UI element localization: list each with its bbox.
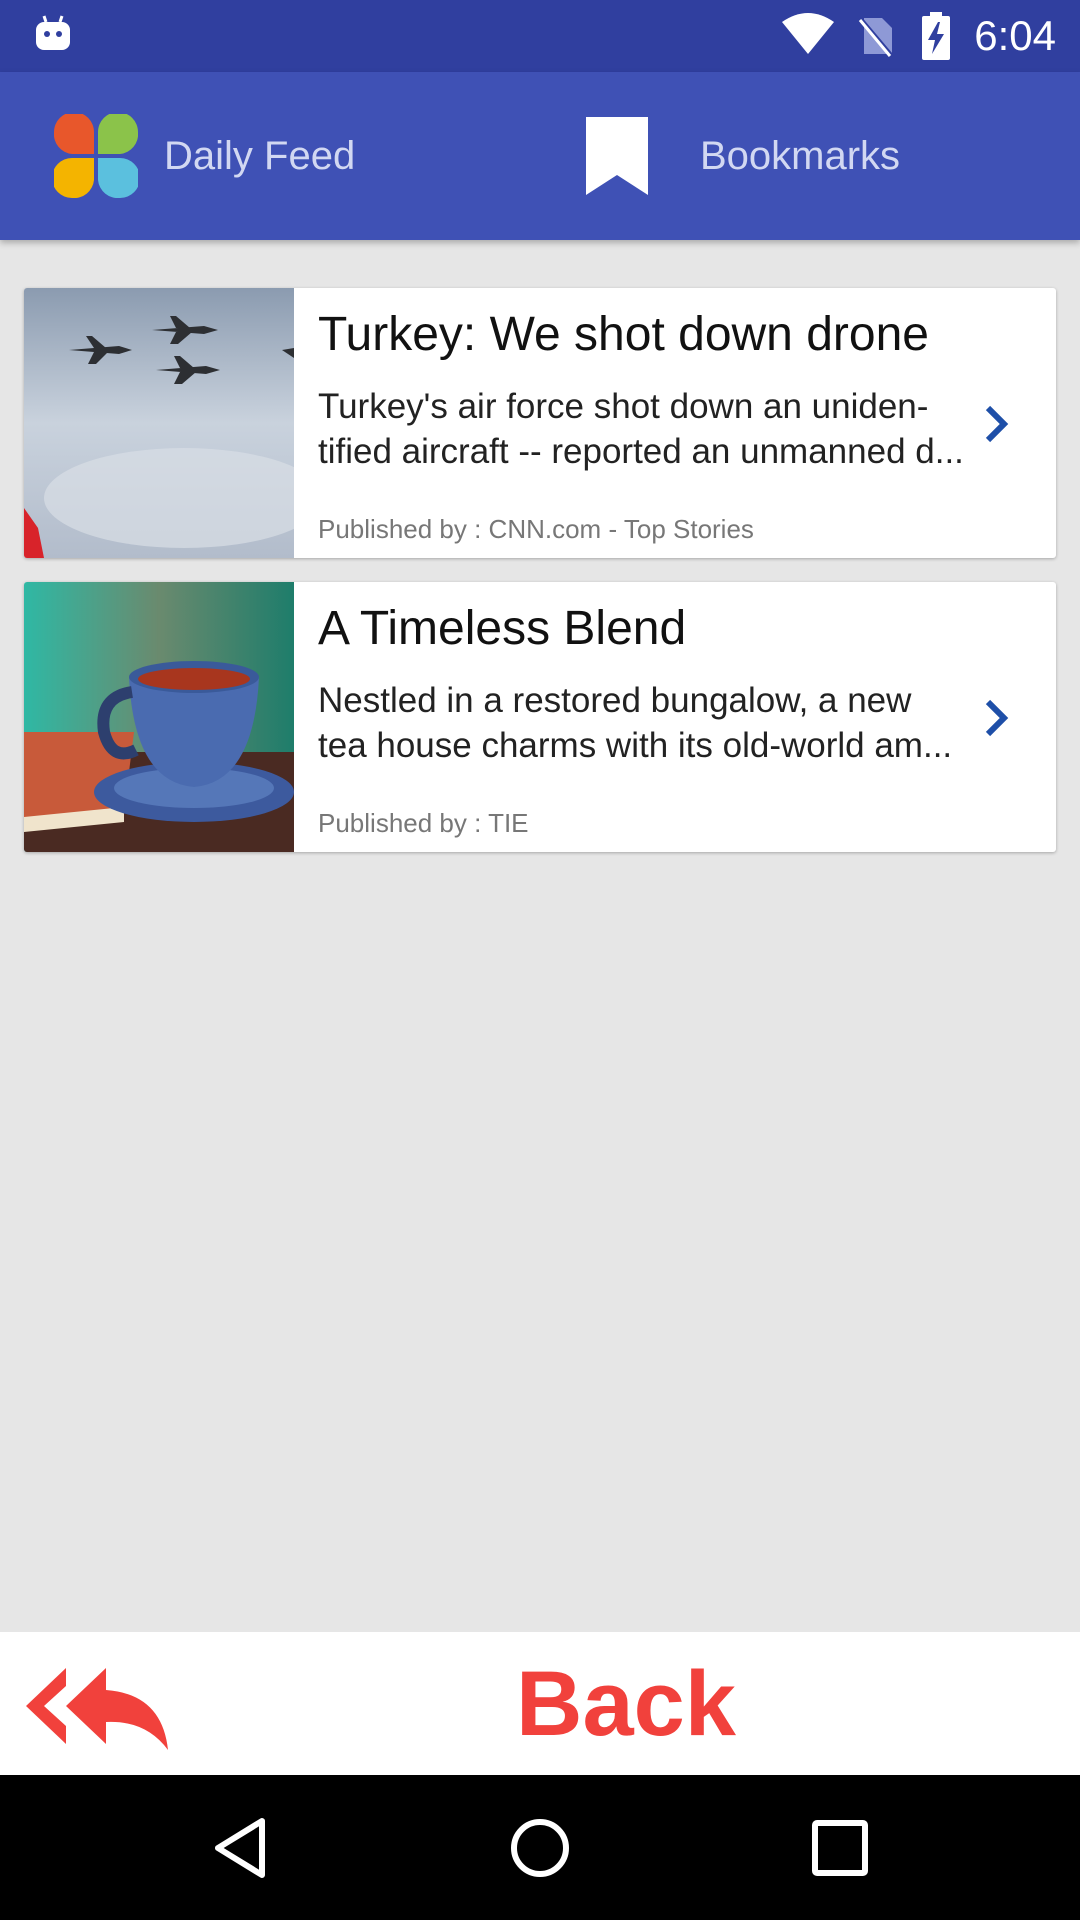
bookmark-icon xyxy=(586,117,648,195)
tab-bookmarks-label: Bookmarks xyxy=(700,133,901,178)
system-nav-bar xyxy=(0,1775,1080,1920)
nav-home-icon[interactable] xyxy=(505,1813,575,1883)
article-summary: Nestled in a restored bungalow, a new te… xyxy=(318,678,988,770)
no-sim-icon xyxy=(858,16,894,58)
petal-logo-icon xyxy=(54,114,138,198)
reply-all-icon xyxy=(26,1668,168,1750)
nav-recent-icon[interactable] xyxy=(805,1813,875,1883)
tab-daily-feed-label: Daily Feed xyxy=(164,133,356,178)
article-publisher: Published by : CNN.com - Top Stories xyxy=(318,514,754,544)
article-summary: Turkey's air force shot down an uniden- … xyxy=(318,384,988,476)
status-time: 6:04 xyxy=(974,12,1056,59)
chevron-right-icon[interactable] xyxy=(982,404,1012,444)
status-bar: 6:04 xyxy=(0,0,1080,72)
article-summary-line: tea house charms with its old-world am..… xyxy=(318,726,953,765)
chevron-right-icon[interactable] xyxy=(982,698,1012,738)
tab-bookmarks[interactable]: Bookmarks xyxy=(584,72,900,240)
tea-cup-photo xyxy=(24,582,294,852)
tab-daily-feed[interactable]: Daily Feed xyxy=(54,72,355,240)
article-card[interactable]: Turkey: We shot down drone Turkey's air … xyxy=(24,288,1056,558)
article-summary-line: Turkey's air force shot down an uniden- xyxy=(318,387,929,426)
fighter-jets-photo xyxy=(24,288,294,558)
android-robot-icon xyxy=(36,15,70,50)
article-summary-line: Nestled in a restored bungalow, a new xyxy=(318,681,912,720)
back-button[interactable]: Back xyxy=(0,1632,1080,1775)
back-label: Back xyxy=(516,1653,736,1755)
article-title: Turkey: We shot down drone xyxy=(318,308,929,361)
article-title: A Timeless Blend xyxy=(318,602,687,655)
article-summary-line: tified aircraft -- reported an unmanned … xyxy=(318,432,964,471)
article-publisher: Published by : TIE xyxy=(318,808,529,838)
wifi-icon xyxy=(782,13,834,54)
battery-charging-icon xyxy=(922,12,950,60)
app-bar: Daily Feed Bookmarks xyxy=(0,72,1080,240)
article-card[interactable]: A Timeless Blend Nestled in a restored b… xyxy=(24,582,1056,852)
nav-back-icon[interactable] xyxy=(206,1813,276,1883)
